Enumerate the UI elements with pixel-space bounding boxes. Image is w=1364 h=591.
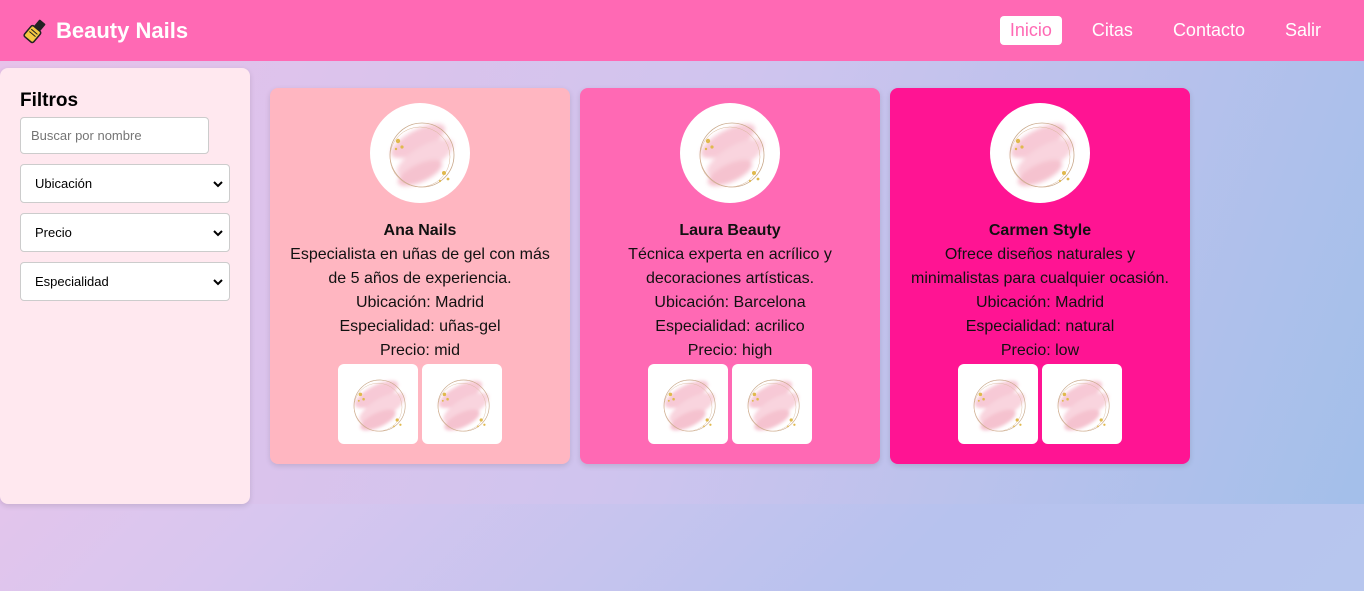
- price-select[interactable]: Precio: [20, 213, 230, 252]
- work-gallery: [958, 364, 1122, 444]
- stylist-specialty: Especialidad: natural: [965, 318, 1115, 335]
- stylist-description: Especialista en uñas de gel con más de 5…: [290, 246, 550, 287]
- stylist-location: Ubicación: Madrid: [355, 294, 485, 311]
- stylist-price: Precio: low: [1000, 342, 1080, 359]
- work-gallery: [648, 364, 812, 444]
- stylist-location: Ubicación: Barcelona: [654, 294, 806, 311]
- brand-name: Beauty Nails: [56, 17, 189, 43]
- filters-sidebar: Filtros Ubicación Precio Especialidad: [0, 68, 250, 504]
- top-navbar: Beauty Nails Inicio Citas Contacto Salir: [0, 0, 1364, 61]
- gallery-image[interactable]: [958, 364, 1038, 444]
- specialty-select[interactable]: Especialidad: [20, 262, 230, 301]
- nail-polish-icon: [23, 19, 46, 43]
- gallery-image[interactable]: [1042, 364, 1122, 444]
- gallery-image[interactable]: [648, 364, 728, 444]
- chevron-down-icon: [213, 229, 223, 236]
- nav-citas[interactable]: Citas: [1082, 16, 1143, 45]
- search-input[interactable]: [20, 117, 209, 154]
- location-select[interactable]: Ubicación: [20, 164, 230, 203]
- stylist-price: Precio: high: [687, 342, 773, 359]
- stylist-name: Laura Beauty: [679, 222, 781, 239]
- stylist-price: Precio: mid: [379, 342, 461, 359]
- stylist-name: Carmen Style: [988, 222, 1092, 239]
- avatar: [680, 103, 780, 203]
- price-select-value: Precio: [35, 225, 72, 240]
- avatar: [990, 103, 1090, 203]
- chevron-down-icon: [213, 278, 223, 285]
- gallery-image[interactable]: [732, 364, 812, 444]
- avatar: [370, 103, 470, 203]
- work-gallery: [338, 364, 502, 444]
- location-select-value: Ubicación: [35, 176, 93, 191]
- stylist-description: Técnica experta en acrílico y decoracion…: [628, 246, 832, 287]
- filters-title: Filtros: [20, 90, 79, 111]
- stylist-specialty: Especialidad: acrilico: [655, 318, 805, 335]
- stylist-card[interactable]: Ana Nails Especialista en uñas de gel co…: [270, 88, 570, 464]
- brand[interactable]: Beauty Nails: [22, 18, 188, 44]
- stylist-location: Ubicación: Madrid: [975, 294, 1105, 311]
- stylist-name: Ana Nails: [383, 222, 457, 239]
- stylist-specialty: Especialidad: uñas-gel: [339, 318, 501, 335]
- main-nav: Inicio Citas Contacto Salir: [980, 16, 1342, 45]
- stylist-cards: Ana Nails Especialista en uñas de gel co…: [270, 88, 1190, 464]
- stylist-description: Ofrece diseños naturales y minimalistas …: [911, 246, 1169, 287]
- stylist-card[interactable]: Carmen Style Ofrece diseños naturales y …: [890, 88, 1190, 464]
- nav-salir[interactable]: Salir: [1275, 16, 1331, 45]
- chevron-down-icon: [213, 180, 223, 187]
- gallery-image[interactable]: [422, 364, 502, 444]
- nav-inicio[interactable]: Inicio: [999, 16, 1062, 45]
- nav-contacto[interactable]: Contacto: [1163, 16, 1255, 45]
- specialty-select-value: Especialidad: [35, 274, 109, 289]
- gallery-image[interactable]: [338, 364, 418, 444]
- stylist-card[interactable]: Laura Beauty Técnica experta en acrílico…: [580, 88, 880, 464]
